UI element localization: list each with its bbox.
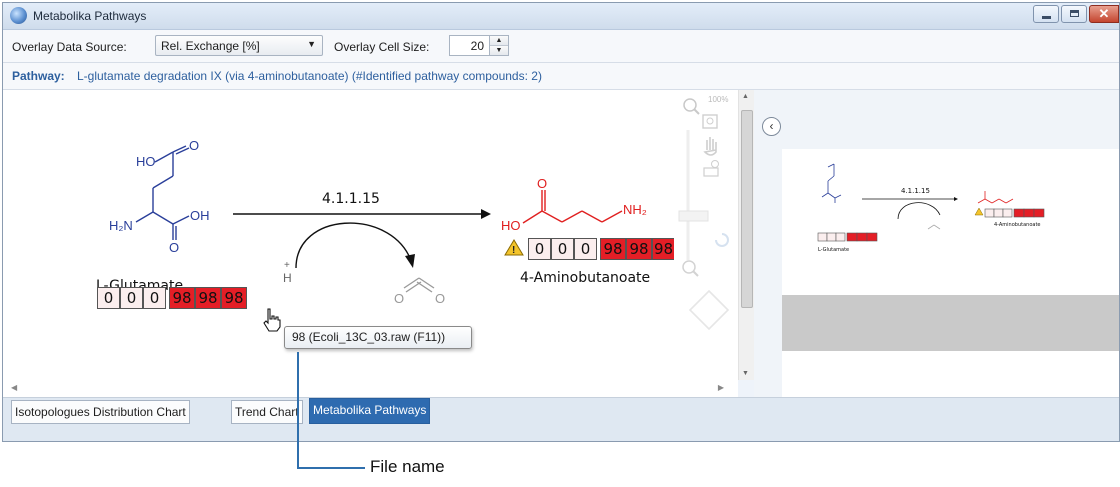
preview-viewport-overlay [782,295,1119,351]
preview-substrate-name: L-Glutamate [818,247,849,253]
close-button[interactable]: ✕ [1089,5,1119,23]
title-bar: Metabolika Pathways ✕ [3,3,1119,30]
pathway-name: L-glutamate degradation IX (via 4-aminob… [77,69,542,83]
overlay-source-label: Overlay Data Source: [12,40,127,54]
preview-glutamate-bonds [821,163,842,203]
zoom-level: 100% [708,95,728,104]
preview-diagram: 4.1.1.15 L-Glutamate 4-Aminobutanoate [817,163,1045,253]
glutamate-overlay-cells: 0 0 0 98 98 98 [97,287,247,309]
warning-mark: ! [512,245,515,256]
reaction-arrowhead [481,209,491,219]
overlay-cell[interactable]: 0 [574,238,597,260]
collapse-panel-button[interactable]: ‹ [762,117,781,136]
chevron-left-icon: ‹ [769,119,774,133]
zoom-slider-thumb[interactable] [678,210,709,222]
minimize-button[interactable] [1033,5,1059,23]
overview-preview[interactable]: 4.1.1.15 L-Glutamate 4-Aminobutanoate [782,149,1119,397]
glutamate-h2n-label: H₂N [109,218,133,233]
overlay-cell[interactable]: 0 [143,287,166,309]
scrollbar-thumb[interactable] [741,110,753,308]
cell-size-label: Overlay Cell Size: [334,40,430,54]
overlay-cell[interactable]: 0 [551,238,574,260]
zoom-region-icon[interactable] [703,167,719,177]
glutamate-o-bottom-label: O [169,240,179,255]
scroll-left-icon[interactable]: ◀ [11,383,17,392]
cell-size-stepper[interactable]: 20 ▲ ▼ [449,35,509,56]
aminobutanoate-name: 4-Aminobutanoate [520,270,650,286]
pathway-label: Pathway: [12,69,65,83]
co2-o-left-label: O [394,291,404,306]
overlay-toolbar: Overlay Data Source: Rel. Exchange [%] ▼… [3,30,1119,63]
pan-hand-icon[interactable] [703,137,717,156]
window-controls: ✕ [1033,5,1119,25]
overview-panel: ‹ 4.1.1.15 L-Glutamate 4-Aminobutanoate [754,90,1119,397]
canvas-horizontal-scrollbar[interactable]: ◀ ▶ [3,380,738,397]
navigation-diamond-icon[interactable] [688,289,730,331]
aminobutanoate-overlay-cells: 0 0 0 98 98 98 [528,238,674,260]
co2-o-right-label: O [435,291,445,306]
scroll-right-icon[interactable]: ▶ [718,383,724,392]
aminobutanoate-ho-label: HO [501,218,521,233]
stepper-up-icon[interactable]: ▲ [490,36,508,46]
callout-label: File name [370,457,445,476]
overlay-source-dropdown[interactable]: Rel. Exchange [%] ▼ [155,35,323,56]
pathway-info-bar: Pathway: L-glutamate degradation IX (via… [3,63,1119,90]
preview-substrate-cells [817,232,878,242]
tab-metabolika-pathways[interactable]: Metabolika Pathways [309,398,431,424]
maximize-button[interactable] [1061,5,1087,23]
preview-product-name: 4-Aminobutanoate [994,222,1040,228]
rotate-icon[interactable] [715,233,729,247]
overlay-cell[interactable]: 0 [528,238,551,260]
glutamate-ho-label: HO [136,154,156,169]
cell-tooltip: 98 (Ecoli_13C_03.raw (F11)) [284,326,472,349]
overlay-cell[interactable]: 98 [195,287,221,309]
zoom-fit-icon[interactable] [702,114,718,129]
side-reaction-arrowhead [405,254,415,268]
aminobutanoate-o-label: O [537,176,547,191]
callout-line-vertical [297,352,299,468]
canvas-vertical-scrollbar[interactable]: ▲ ▼ [738,90,754,380]
tab-trend-chart[interactable]: Trend Chart [231,400,303,424]
overlay-cell[interactable]: 0 [120,287,143,309]
overlay-source-value: Rel. Exchange [%] [161,39,260,53]
preview-aminobutanoate-bonds [977,191,1014,204]
bottom-tab-bar: Isotopologues Distribution Chart Trend C… [3,397,1119,441]
hydrogen-plus: + [284,260,290,271]
preview-product-cells [984,208,1045,218]
maximize-icon [1070,10,1079,17]
enzyme-label[interactable]: 4.1.1.15 [322,191,380,207]
window-title: Metabolika Pathways [33,9,147,23]
overlay-cell[interactable]: 0 [97,287,120,309]
glutamate-oh-label: OH [190,208,210,223]
glutamate-o-top-label: O [189,138,199,153]
scroll-down-icon[interactable]: ▼ [742,370,749,377]
co2-bonds [403,277,435,293]
cell-size-value: 20 [470,39,484,53]
chevron-down-icon: ▼ [307,39,316,49]
tab-isotopologues-distribution-chart[interactable]: Isotopologues Distribution Chart [11,400,190,424]
app-icon [10,7,27,24]
preview-enzyme: 4.1.1.15 [901,187,930,195]
overlay-cell[interactable]: 98 [600,238,626,260]
overlay-cell-hovered[interactable]: 98 [221,287,247,309]
preview-warning-icon [974,207,984,216]
stepper-buttons: ▲ ▼ [489,36,508,55]
hand-cursor-icon [263,308,281,332]
overlay-cell[interactable]: 98 [652,238,674,260]
stepper-down-icon[interactable]: ▼ [490,46,508,55]
side-reaction-arc [295,222,411,269]
overlay-cell[interactable]: 98 [169,287,195,309]
aminobutanoate-bonds [522,190,623,224]
callout-line-horizontal [297,467,365,469]
minimize-icon [1042,16,1051,19]
overlay-cell[interactable]: 98 [626,238,652,260]
metabolika-window: Metabolika Pathways ✕ Overlay Data Sourc… [2,2,1120,442]
scroll-up-icon[interactable]: ▲ [742,93,749,100]
aminobutanoate-nh2-label: NH₂ [623,202,647,217]
close-icon: ✕ [1098,6,1110,21]
zoom-controls: 100% [678,95,730,331]
hydrogen-label: H [283,271,292,285]
